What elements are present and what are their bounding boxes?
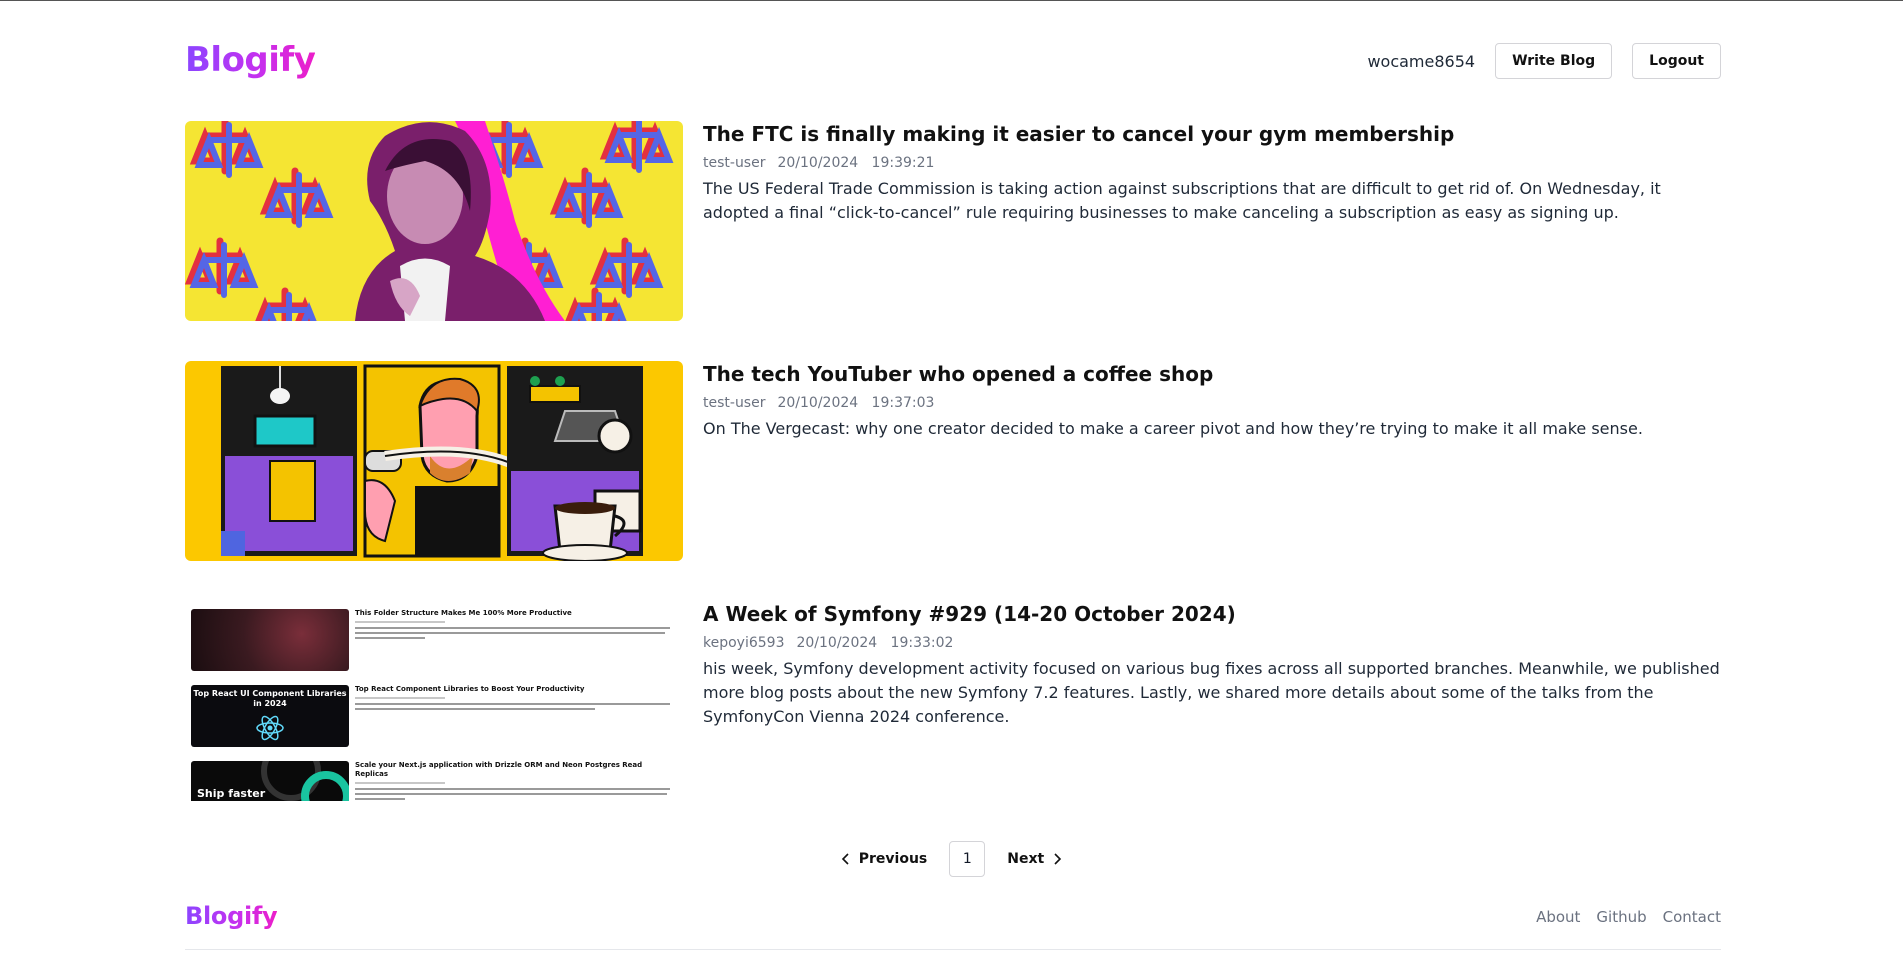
username-label: wocame8654 [1367,51,1476,71]
post-content: The FTC is finally making it easier to c… [703,121,1723,225]
ftc-illustration [185,121,683,321]
footer-link-about[interactable]: About [1536,908,1580,926]
chevron-right-icon [1054,853,1062,865]
post-thumbnail[interactable]: Top React UI Component Libraries in 2024… [185,601,683,801]
site-logo[interactable]: Blogify [185,40,316,80]
header-nav: wocame8654 Write Blog Logout [1367,43,1721,79]
site-footer: Blogify About Github Contact [185,900,1721,950]
thumb-article-3: Scale your Next.js application with Driz… [355,761,677,800]
post-title[interactable]: A Week of Symfony #929 (14-20 October 20… [703,601,1723,627]
footer-links: About Github Contact [1536,908,1721,926]
thumb-image-1 [191,609,349,671]
post-description: On The Vergecast: why one creator decide… [703,419,1643,438]
thumb-image-3: Ship faster [191,761,349,801]
thumb-image-2: Top React UI Component Libraries in 2024 [191,685,349,747]
footer-link-github[interactable]: Github [1596,908,1646,926]
site-header: Blogify wocame8654 Write Blog Logout [185,38,1721,88]
post-content: The tech YouTuber who opened a coffee sh… [703,361,1723,441]
previous-label: Previous [858,851,928,867]
thumb-article-1: This Folder Structure Makes Me 100% More… [355,609,677,639]
thumb-image-3-text: Ship faster [197,787,266,800]
post-title[interactable]: The tech YouTuber who opened a coffee sh… [703,361,1723,387]
thumb-article-2: Top React Component Libraries to Boost Y… [355,685,677,710]
current-page[interactable]: 1 [949,841,986,877]
post-time: 19:39:21 [871,155,935,171]
post-list: The FTC is finally making it easier to c… [185,121,1721,841]
post-author: test-user [703,395,766,411]
post-meta: kepoyi6593 20/10/2024 19:33:02 [703,635,1723,651]
react-logo-icon [256,715,284,741]
post-thumbnail[interactable] [185,361,683,561]
next-label: Next [1007,851,1045,867]
post-meta: test-user 20/10/2024 19:39:21 [703,155,1723,171]
post-card[interactable]: The FTC is finally making it easier to c… [185,121,1721,321]
write-blog-button[interactable]: Write Blog [1495,43,1613,79]
footer-link-contact[interactable]: Contact [1663,908,1721,926]
next-page-button[interactable]: Next [999,841,1070,877]
logout-button[interactable]: Logout [1632,43,1721,79]
post-title[interactable]: The FTC is finally making it easier to c… [703,121,1723,147]
chevron-left-icon [841,853,849,865]
coffee-shop-illustration [185,361,683,561]
post-card[interactable]: Top React UI Component Libraries in 2024… [185,601,1721,801]
top-border [0,0,1903,1]
post-description: his week, Symfony development activity f… [703,659,1720,726]
post-time: 19:37:03 [871,395,935,411]
pagination: Previous 1 Next [0,841,1903,877]
post-author: test-user [703,155,766,171]
thumb-image-2-text: Top React UI Component Libraries in 2024 [193,689,347,708]
post-time: 19:33:02 [890,635,954,651]
post-date: 20/10/2024 [777,395,859,411]
post-date: 20/10/2024 [796,635,878,651]
post-description: The US Federal Trade Commission is takin… [703,179,1661,222]
post-author: kepoyi6593 [703,635,785,651]
post-date: 20/10/2024 [777,155,859,171]
post-thumbnail[interactable] [185,121,683,321]
post-card[interactable]: The tech YouTuber who opened a coffee sh… [185,361,1721,561]
previous-page-button[interactable]: Previous [833,841,936,877]
footer-logo[interactable]: Blogify [185,902,278,930]
post-content: A Week of Symfony #929 (14-20 October 20… [703,601,1723,729]
post-meta: test-user 20/10/2024 19:37:03 [703,395,1723,411]
